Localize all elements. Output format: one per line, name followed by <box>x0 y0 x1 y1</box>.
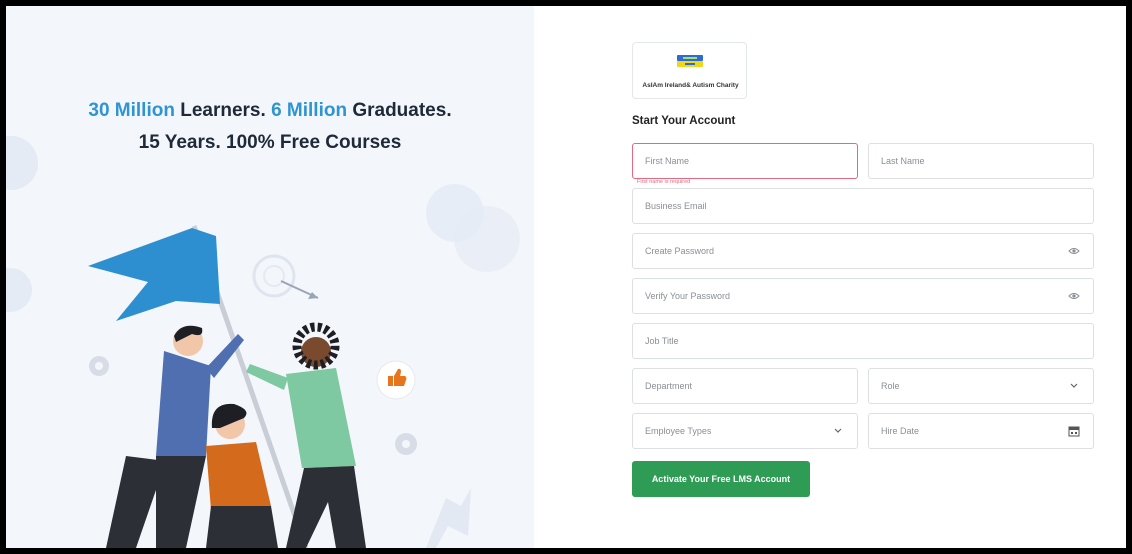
hire-date-field[interactable]: Hire Date <box>868 413 1094 449</box>
verify-password-placeholder: Verify Your Password <box>645 291 731 301</box>
signup-page: 30 Million Learners. 6 Million Graduates… <box>6 6 1126 548</box>
team-flag-illustration <box>88 225 471 548</box>
eye-icon[interactable] <box>1067 244 1081 258</box>
org-name: AsIAm Ireland& Autism Charity <box>642 82 739 89</box>
business-email-placeholder: Business Email <box>645 201 707 211</box>
business-email-field[interactable]: Business Email <box>632 188 1094 224</box>
hero-highlight: 6 Million <box>271 100 348 121</box>
gear-icon <box>395 433 417 455</box>
last-name-placeholder: Last Name <box>881 156 925 166</box>
chevron-down-icon <box>1067 379 1081 393</box>
department-field[interactable]: Department <box>632 368 858 404</box>
job-title-field[interactable]: Job Title <box>632 323 1094 359</box>
employee-types-placeholder: Employee Types <box>645 426 712 436</box>
verify-password-field[interactable]: Verify Your Password <box>632 278 1094 314</box>
signup-form-panel: AsIAm Ireland& Autism Charity Start Your… <box>534 6 1126 548</box>
employee-types-select[interactable]: Employee Types <box>632 413 858 449</box>
hire-date-placeholder: Hire Date <box>881 426 920 436</box>
last-name-field[interactable]: Last Name <box>868 143 1094 179</box>
form-title: Start Your Account <box>632 115 736 127</box>
create-password-field[interactable]: Create Password <box>632 233 1094 269</box>
org-logo-card: AsIAm Ireland& Autism Charity <box>632 42 747 99</box>
role-placeholder: Role <box>881 381 900 391</box>
first-name-placeholder: First Name <box>645 156 690 166</box>
person-orange-shirt <box>206 403 278 548</box>
hero-text: Graduates. <box>347 100 452 121</box>
department-placeholder: Department <box>645 381 693 391</box>
thumbs-up-icon <box>376 360 416 400</box>
create-password-placeholder: Create Password <box>645 246 715 256</box>
gear-icon <box>89 356 109 376</box>
decor-arrow <box>426 488 471 548</box>
first-name-error: First name is required <box>637 179 691 185</box>
first-name-field[interactable]: First Name <box>632 143 858 179</box>
hero-subheadline: 15 Years. 100% Free Courses <box>138 132 402 153</box>
calendar-icon[interactable] <box>1067 424 1081 438</box>
activate-account-button[interactable]: Activate Your Free LMS Account <box>632 461 810 497</box>
hero-panel: 30 Million Learners. 6 Million Graduates… <box>6 6 534 548</box>
chevron-down-icon <box>831 424 845 438</box>
hero-highlight: 30 Million <box>88 100 175 121</box>
role-select[interactable]: Role <box>868 368 1094 404</box>
eye-icon[interactable] <box>1067 289 1081 303</box>
org-logo-icon <box>677 55 703 67</box>
target-icon <box>252 254 319 299</box>
job-title-placeholder: Job Title <box>645 336 679 346</box>
hero-text: Learners. <box>174 100 272 121</box>
hero-headline: 30 Million Learners. 6 Million Graduates… <box>6 100 534 122</box>
